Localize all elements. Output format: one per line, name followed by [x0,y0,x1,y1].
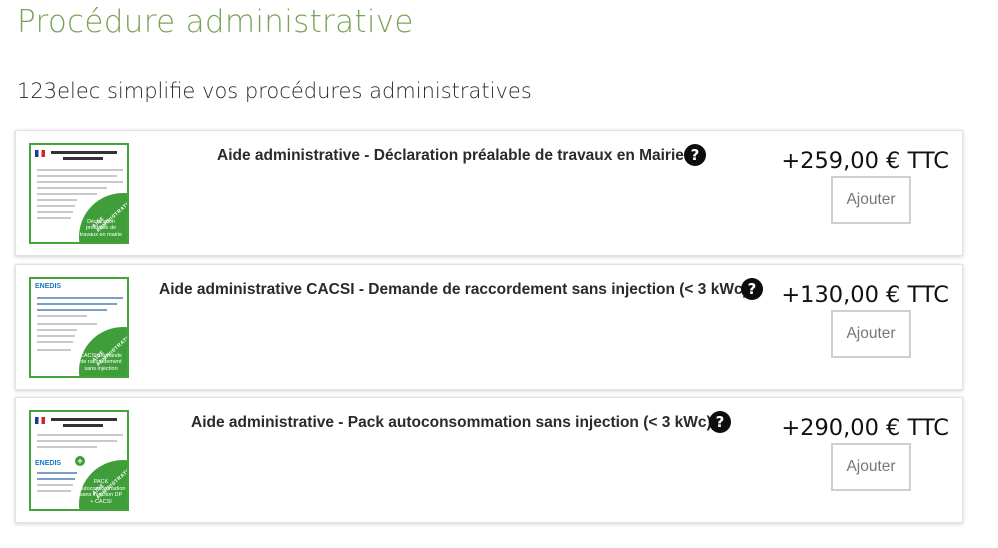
product-card-pack: + ENEDIS AIDE ADMINISTRATIVE PACK autoco… [15,397,963,523]
product-card-declaration: AIDE ADMINISTRATIVE Déclaration préalabl… [15,130,963,256]
page-subtitle: 123elec simplifie vos procédures adminis… [17,79,532,103]
product-price: +130,00 € TTC [781,282,949,308]
add-button[interactable]: Ajouter [831,176,911,224]
product-thumbnail: + ENEDIS AIDE ADMINISTRATIVE PACK autoco… [29,410,129,511]
add-button[interactable]: Ajouter [831,310,911,358]
page-title: Procédure administrative [17,4,414,40]
product-title: Aide administrative - Pack autoconsommat… [191,414,712,431]
add-button[interactable]: Ajouter [831,443,911,491]
product-thumbnail: AIDE ADMINISTRATIVE Déclaration préalabl… [29,143,129,244]
product-price: +290,00 € TTC [781,415,949,441]
product-title: Aide administrative - Déclaration préala… [217,147,684,164]
question-circle-icon[interactable]: ? [684,144,706,166]
question-circle-icon[interactable]: ? [709,411,731,433]
question-circle-icon[interactable]: ? [741,278,763,300]
product-card-cacsi: ENEDIS AIDE ADMINISTRATIVE CACSI Demande… [15,264,963,390]
product-title: Aide administrative CACSI - Demande de r… [159,281,748,298]
product-price: +259,00 € TTC [781,148,949,174]
product-thumbnail: ENEDIS AIDE ADMINISTRATIVE CACSI Demande… [29,277,129,378]
